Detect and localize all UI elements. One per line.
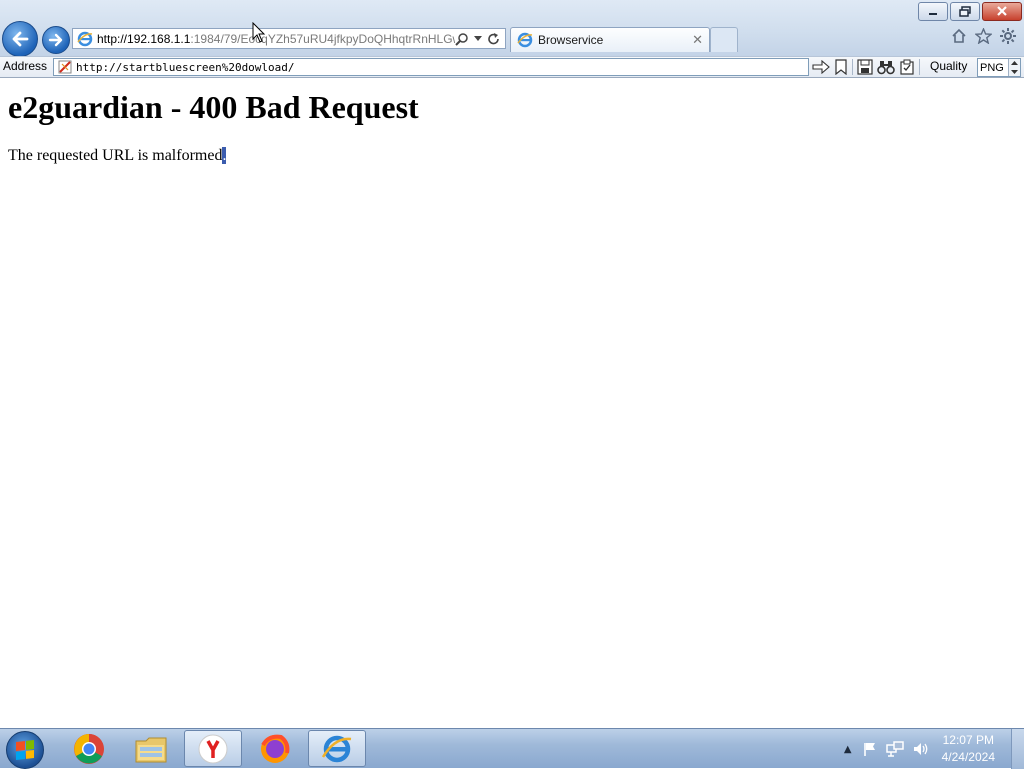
back-button[interactable] bbox=[2, 21, 38, 57]
spin-down-icon[interactable] bbox=[1011, 69, 1018, 74]
quality-select[interactable]: PNG bbox=[977, 58, 1021, 77]
toolbar-separator bbox=[919, 59, 920, 75]
taskbar-internet-explorer[interactable] bbox=[308, 730, 366, 767]
minimize-icon bbox=[929, 12, 937, 15]
ie-icon bbox=[321, 735, 352, 762]
clock-time: 12:07 PM bbox=[942, 733, 994, 747]
save-page-icon[interactable] bbox=[857, 59, 873, 75]
network-icon[interactable] bbox=[885, 741, 904, 757]
folder-icon bbox=[135, 737, 167, 762]
bookmark-icon[interactable] bbox=[834, 59, 848, 75]
arrow-right-icon bbox=[48, 33, 63, 47]
url-text: http://192.168.1.1:1984/79/EocqYZh57uRU4… bbox=[97, 32, 455, 46]
chrome-icon bbox=[74, 733, 104, 764]
tray-expand-icon[interactable]: ▲ bbox=[844, 744, 852, 755]
volume-icon[interactable] bbox=[912, 741, 930, 757]
clock[interactable]: 12:07 PM 4/24/2024 bbox=[942, 732, 995, 766]
broken-link-icon bbox=[58, 60, 72, 74]
dropdown-icon[interactable] bbox=[474, 35, 482, 42]
close-window-button[interactable] bbox=[982, 2, 1022, 21]
url-bar[interactable]: http://192.168.1.1:1984/79/EocqYZh57uRU4… bbox=[72, 28, 506, 49]
selected-text: . bbox=[222, 147, 227, 164]
quality-value: PNG bbox=[980, 61, 1004, 74]
minimize-button[interactable] bbox=[918, 2, 948, 21]
toolbar-icons bbox=[812, 58, 920, 76]
gear-icon[interactable] bbox=[1000, 28, 1016, 44]
arrow-left-icon bbox=[12, 31, 29, 47]
clock-date: 4/24/2024 bbox=[941, 750, 995, 764]
window-controls bbox=[918, 2, 1022, 21]
tab-browservice[interactable]: Browservice ✕ bbox=[510, 27, 710, 52]
action-center-flag-icon[interactable] bbox=[862, 741, 878, 757]
ie-tab-icon bbox=[517, 32, 533, 48]
url-path: :1984/79/EocqYZh57uRU4jfkpyDoQHhqtrRnHLG… bbox=[190, 31, 455, 46]
page-content: e2guardian - 400 Bad Request The request… bbox=[0, 79, 1024, 727]
address-toolbar: Address http://startbluescreen%20dowload… bbox=[0, 56, 1024, 78]
browser-right-icons bbox=[951, 28, 1016, 44]
address-text: http://startbluescreen%20dowload/ bbox=[76, 60, 295, 74]
error-message-text: The requested URL is malformed bbox=[8, 147, 223, 164]
forward-button[interactable] bbox=[42, 26, 70, 54]
tab-title: Browservice bbox=[538, 33, 604, 47]
system-tray: ▲ 12:07 PM 4/24/2024 bbox=[844, 729, 1024, 769]
address-label: Address bbox=[3, 59, 48, 73]
restore-button[interactable] bbox=[950, 2, 980, 21]
new-tab-button[interactable] bbox=[710, 27, 738, 52]
close-icon bbox=[997, 6, 1007, 16]
restore-icon bbox=[959, 6, 971, 17]
taskbar: ▲ 12:07 PM 4/24/2024 bbox=[0, 728, 1024, 769]
home-icon[interactable] bbox=[951, 28, 967, 44]
tab-close-button[interactable]: ✕ bbox=[692, 33, 703, 48]
toolbar-separator bbox=[852, 59, 853, 75]
show-desktop-button[interactable] bbox=[1011, 729, 1024, 769]
page-title: e2guardian - 400 Bad Request bbox=[8, 89, 419, 125]
browser-chrome: http://192.168.1.1:1984/79/EocqYZh57uRU4… bbox=[0, 0, 1024, 57]
taskbar-firefox[interactable] bbox=[246, 730, 304, 767]
clipboard-icon[interactable] bbox=[899, 59, 915, 75]
error-message: The requested URL is malformed. bbox=[8, 147, 227, 165]
refresh-icon[interactable] bbox=[487, 32, 501, 46]
taskbar-yandex[interactable] bbox=[184, 730, 242, 767]
url-tools bbox=[455, 32, 505, 46]
quality-spinner[interactable] bbox=[1008, 59, 1020, 76]
mouse-cursor-icon bbox=[252, 22, 266, 43]
yandex-icon bbox=[198, 734, 228, 763]
firefox-icon bbox=[261, 734, 290, 763]
taskbar-explorer[interactable] bbox=[122, 730, 180, 767]
search-icon[interactable] bbox=[455, 32, 469, 46]
address-input[interactable]: http://startbluescreen%20dowload/ bbox=[53, 58, 809, 76]
find-binoculars-icon[interactable] bbox=[877, 59, 895, 75]
spin-up-icon[interactable] bbox=[1011, 61, 1018, 66]
taskbar-chrome[interactable] bbox=[60, 730, 118, 767]
ie-page-icon bbox=[77, 31, 93, 46]
windows-logo-icon bbox=[16, 740, 34, 760]
start-button[interactable] bbox=[6, 731, 44, 769]
quality-label: Quality bbox=[930, 59, 968, 73]
url-host: http://192.168.1.1 bbox=[97, 31, 191, 46]
go-arrow-icon[interactable] bbox=[812, 60, 830, 74]
favorites-star-icon[interactable] bbox=[975, 28, 992, 44]
